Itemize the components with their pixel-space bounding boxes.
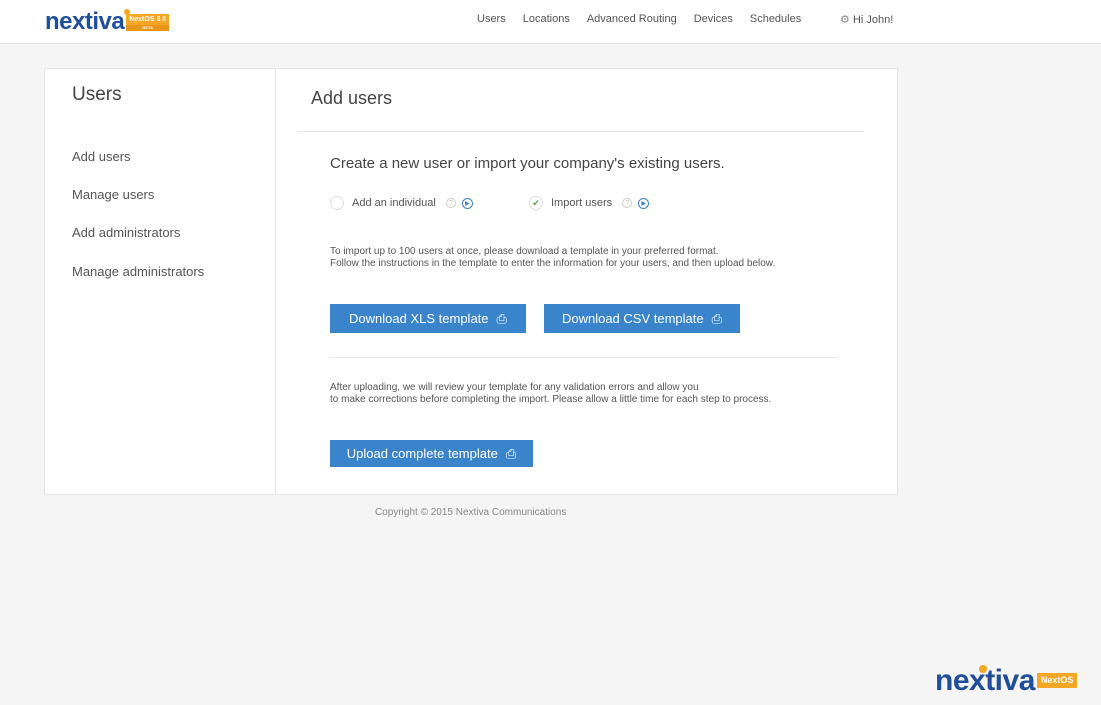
- sidebar-item-add-users[interactable]: Add users: [72, 149, 131, 164]
- download-xls-button[interactable]: Download XLS template ⎙: [330, 304, 526, 333]
- divider: [297, 131, 864, 132]
- sidebar: Users Add users Manage users Add adminis…: [45, 69, 276, 494]
- upload-instructions: After uploading, we will review your tem…: [330, 382, 772, 405]
- help-icon[interactable]: ?: [622, 198, 633, 208]
- play-video-icon[interactable]: ▶: [638, 197, 650, 209]
- play-video-icon[interactable]: ▶: [461, 197, 473, 209]
- copyright: Copyright © 2015 Nextiva Communications: [375, 507, 567, 518]
- main-nav: Users Locations Advanced Routing Devices…: [477, 13, 801, 25]
- nextiva-watermark-logo: nextiva NextOS: [935, 664, 1078, 698]
- sidebar-item-add-administrators[interactable]: Add administrators: [72, 225, 180, 240]
- sidebar-item-manage-users[interactable]: Manage users: [72, 187, 154, 202]
- help-icon[interactable]: ?: [445, 198, 456, 208]
- radio-button[interactable]: [330, 196, 344, 210]
- page-subtitle: Create a new user or import your company…: [330, 155, 725, 172]
- nextiva-logo[interactable]: nextiva NextOS 3.0 BETA: [45, 8, 170, 36]
- download-csv-button[interactable]: Download CSV template ⎙: [544, 304, 740, 333]
- nav-advanced-routing[interactable]: Advanced Routing: [587, 13, 677, 25]
- sidebar-item-manage-administrators[interactable]: Manage administrators: [72, 264, 204, 279]
- radio-button-checked[interactable]: ✔: [529, 196, 543, 210]
- nav-users[interactable]: Users: [477, 13, 506, 25]
- import-instructions: To import up to 100 users at once, pleas…: [330, 246, 776, 269]
- top-bar: nextiva NextOS 3.0 BETA Users Locations …: [0, 0, 1101, 44]
- nav-schedules[interactable]: Schedules: [750, 13, 801, 25]
- nav-devices[interactable]: Devices: [694, 13, 733, 25]
- nav-locations[interactable]: Locations: [523, 13, 570, 25]
- user-menu[interactable]: ⚙ Hi John!: [840, 13, 893, 26]
- page-title: Add users: [311, 88, 393, 108]
- main-panel: Add users Create a new user or import yo…: [276, 69, 897, 494]
- gear-icon: ⚙: [840, 14, 850, 26]
- file-download-icon: ⎙: [711, 310, 723, 326]
- upload-template-button[interactable]: Upload complete template ⎙: [330, 440, 533, 467]
- divider: [330, 357, 837, 358]
- content-card: Users Add users Manage users Add adminis…: [44, 68, 898, 495]
- option-import-users[interactable]: ✔ Import users ? ▶: [529, 196, 650, 210]
- file-download-icon: ⎙: [496, 310, 507, 326]
- sidebar-title: Users: [72, 84, 122, 105]
- file-upload-icon: ⎙: [505, 445, 517, 461]
- option-add-individual[interactable]: Add an individual ? ▶: [330, 196, 473, 210]
